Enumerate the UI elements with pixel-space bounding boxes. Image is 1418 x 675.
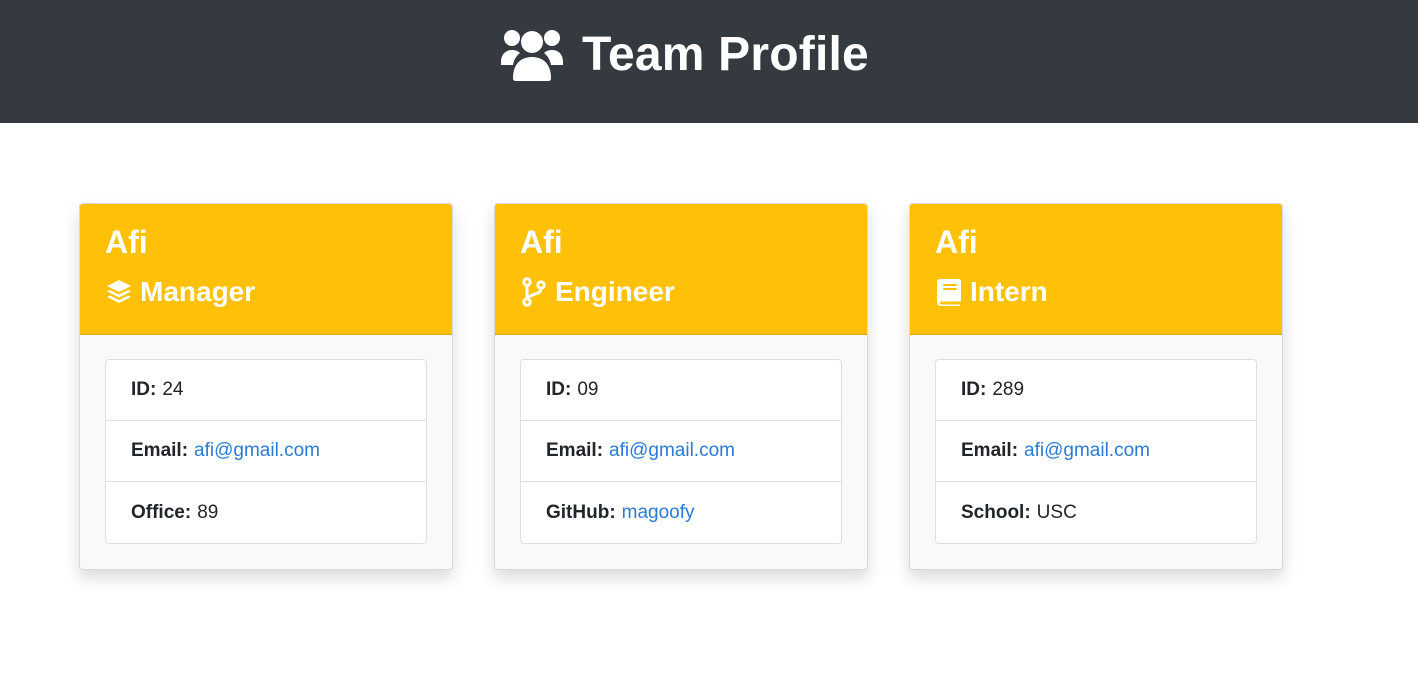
employee-card-manager: Afi Manager ID: 24 Email: afi@gmail.com … xyxy=(79,203,453,570)
id-label: ID: xyxy=(961,379,987,400)
list-item-office: Office: 89 xyxy=(106,482,426,543)
role-label: Intern xyxy=(970,276,1048,307)
card-header: Afi Manager xyxy=(80,204,452,335)
list-item-email: Email: afi@gmail.com xyxy=(521,421,841,482)
employee-name: Afi xyxy=(105,224,148,260)
email-label: Email: xyxy=(546,440,604,461)
layer-group-icon xyxy=(107,280,131,303)
book-icon xyxy=(937,279,961,306)
list-item-id: ID: 289 xyxy=(936,360,1256,421)
email-link[interactable]: afi@gmail.com xyxy=(609,440,735,462)
github-label: GitHub: xyxy=(546,501,616,523)
id-value: 24 xyxy=(162,379,184,400)
page-header: Team Profile xyxy=(0,0,1418,123)
code-branch-icon xyxy=(522,277,546,307)
office-value: 89 xyxy=(197,501,219,523)
employee-name: Afi xyxy=(935,224,978,260)
list-item-id: ID: 24 xyxy=(106,360,426,421)
id-label: ID: xyxy=(131,379,157,400)
school-label: School: xyxy=(961,501,1031,523)
id-label: ID: xyxy=(546,379,572,400)
email-label: Email: xyxy=(131,440,189,461)
role-label: Manager xyxy=(140,276,256,307)
list-item-id: ID: 09 xyxy=(521,360,841,421)
details-list: ID: 289 Email: afi@gmail.com School: USC xyxy=(935,359,1257,544)
card-header: Afi Intern xyxy=(910,204,1282,335)
email-label: Email: xyxy=(961,440,1019,461)
users-icon xyxy=(501,30,563,81)
github-link[interactable]: magoofy xyxy=(622,502,695,524)
employee-role: Intern xyxy=(935,274,1048,310)
details-list: ID: 09 Email: afi@gmail.com GitHub: mago… xyxy=(520,359,842,544)
email-link[interactable]: afi@gmail.com xyxy=(1024,440,1150,462)
card-header: Afi Engineer xyxy=(495,204,867,335)
list-item-email: Email: afi@gmail.com xyxy=(106,421,426,482)
id-value: 289 xyxy=(992,379,1025,400)
list-item-email: Email: afi@gmail.com xyxy=(936,421,1256,482)
email-link[interactable]: afi@gmail.com xyxy=(194,440,320,462)
school-value: USC xyxy=(1036,501,1077,523)
page-title: Team Profile xyxy=(582,27,869,81)
header-brand: Team Profile xyxy=(500,24,869,84)
employee-role: Engineer xyxy=(520,274,675,310)
office-label: Office: xyxy=(131,501,192,523)
list-item-github: GitHub: magoofy xyxy=(521,482,841,543)
employee-card-engineer: Afi Engineer ID: 09 Email: afi@gmail.com xyxy=(494,203,868,570)
details-list: ID: 24 Email: afi@gmail.com Office: 89 xyxy=(105,359,427,544)
employee-card-intern: Afi Intern ID: 289 Email: afi@gmail.com … xyxy=(909,203,1283,570)
employee-role: Manager xyxy=(105,274,255,310)
role-label: Engineer xyxy=(555,276,675,307)
id-value: 09 xyxy=(577,379,599,400)
employee-name: Afi xyxy=(520,224,563,260)
list-item-school: School: USC xyxy=(936,482,1256,543)
